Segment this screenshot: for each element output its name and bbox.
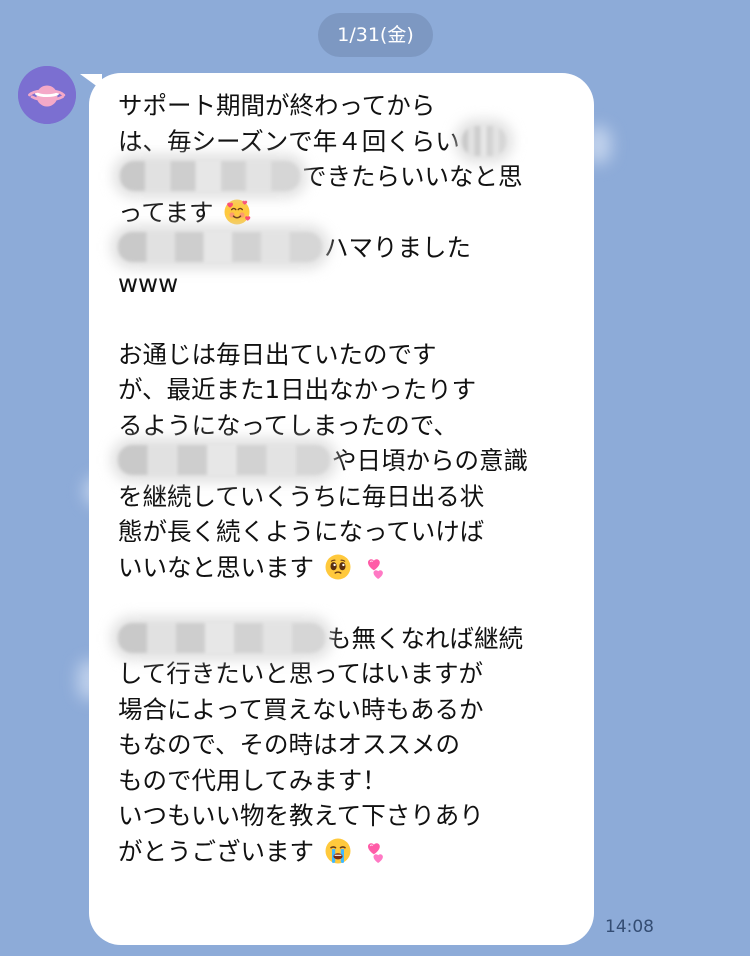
message-line: を継続していくうちに毎日出る状 bbox=[118, 481, 485, 511]
avatar[interactable] bbox=[18, 66, 76, 124]
message-line: して行きたいと思ってはいますが bbox=[118, 659, 484, 688]
two-hearts-emoji bbox=[367, 558, 383, 579]
message-line: www bbox=[118, 268, 179, 298]
message-line: 場合によって買えない時もあるか bbox=[118, 694, 484, 724]
message-line: いいなと思います bbox=[118, 550, 578, 586]
pleading-face-emoji bbox=[325, 554, 351, 579]
message-line: 態が長く続くようになっていけば bbox=[118, 517, 485, 546]
message-line: ハマりました bbox=[118, 230, 578, 266]
loudly-crying-face-emoji bbox=[325, 838, 351, 863]
message-line: できたらいいなと思 bbox=[118, 159, 578, 195]
redacted-text bbox=[461, 125, 506, 156]
message-bubble-tail bbox=[80, 74, 102, 90]
message-line: も無くなれば継続 bbox=[118, 621, 578, 657]
message-line: が、最近また1日出なかったりす bbox=[118, 375, 477, 404]
message-line: がとうございます bbox=[118, 834, 578, 870]
planet-icon bbox=[18, 66, 76, 124]
message-line: るようになってしまったので、 bbox=[118, 410, 458, 440]
message-line: もなので、その時はオススメの bbox=[118, 730, 461, 759]
message-text: サポート期間が終わってから は、毎シーズンで年４回くらい できたらいいなと思 っ… bbox=[118, 88, 578, 869]
redacted-text bbox=[118, 622, 325, 653]
redacted-text bbox=[120, 161, 300, 191]
redacted-text bbox=[118, 232, 322, 262]
two-hearts-emoji bbox=[367, 842, 383, 863]
message-line: お通じは毎日出ていたのです bbox=[118, 339, 437, 369]
message-line: いつもいい物を教えて下さりあり bbox=[118, 801, 484, 830]
message-line: もので代用してみます！ bbox=[118, 765, 387, 795]
message-line: サポート期間が終わってから bbox=[118, 91, 436, 120]
message-timestamp: 14:08 bbox=[605, 917, 654, 937]
smiling-face-with-hearts-emoji bbox=[224, 199, 251, 224]
date-divider: 1/31(金) bbox=[318, 13, 433, 57]
redacted-text bbox=[118, 445, 330, 475]
message-line: ってます bbox=[118, 195, 578, 231]
message-line: や日頃からの意識 bbox=[118, 443, 578, 479]
message-line: は、毎シーズンで年４回くらい bbox=[118, 124, 578, 160]
